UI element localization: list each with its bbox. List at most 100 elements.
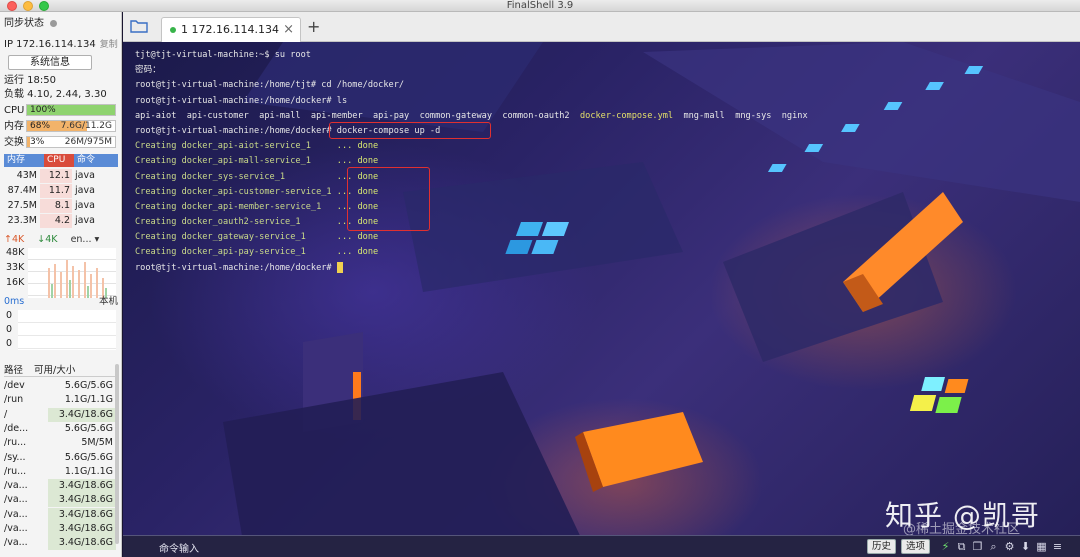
terminal-line-text: root@tjt-virtual-machine:/home/docker# l… <box>135 95 348 106</box>
disk-row[interactable]: /de... 5.6G/5.6G <box>4 422 116 436</box>
disk-path: /va... <box>4 494 28 506</box>
process-cmd: java <box>75 200 95 211</box>
disk-row[interactable]: /va... 3.4G/18.6G <box>4 479 116 494</box>
disk-path: /ru... <box>4 437 27 449</box>
process-cmd: java <box>75 170 95 181</box>
disk-row[interactable]: /ru... 5M/5M <box>4 436 116 450</box>
terminal-line: Creating docker_gateway-service_1 ... do… <box>135 230 808 245</box>
terminal-line: Creating docker_api-pay-service_1 ... do… <box>135 245 808 260</box>
terminal-line: Creating docker_api-member-service_1 ...… <box>135 200 808 215</box>
network-chart-bars <box>48 260 107 298</box>
swap-meter: 3% 26M/975M <box>26 136 116 148</box>
network-chart <box>28 248 116 298</box>
grid-icon[interactable]: ▦ <box>1035 540 1048 553</box>
disk-row[interactable]: / 3.4G/18.6G <box>4 407 116 422</box>
disk-path: /sy... <box>4 451 26 463</box>
window-title: FinalShell 3.9 <box>506 0 574 11</box>
ip-row: IP 172.16.114.134 复制 <box>4 38 118 52</box>
disk-row[interactable]: /ru... 1.1G/1.1G <box>4 465 116 479</box>
terminal-line: Creating docker_api-customer-service_1 .… <box>135 185 808 200</box>
disk-row[interactable]: /va... 3.4G/18.6G <box>4 536 116 551</box>
copy-ip-link[interactable]: 复制 <box>100 40 118 50</box>
folder-icon[interactable] <box>130 19 148 33</box>
disk-path: /va... <box>4 523 28 534</box>
sidebar-scrollbar[interactable] <box>115 364 119 544</box>
terminal[interactable]: tjt@tjt-virtual-machine:~$ su root 密码： roo… <box>123 42 1080 535</box>
latency-chart <box>18 310 116 350</box>
memory-value: 7.6G/11.2G <box>60 121 112 131</box>
process-cmd: java <box>75 185 95 196</box>
process-table-header: 内存 CPU 命令 <box>4 154 118 167</box>
disk-size: 5.6G/5.6G <box>64 451 113 463</box>
disk-size: 3.4G/18.6G <box>48 507 116 522</box>
command-input[interactable]: 命令输入 <box>159 540 199 555</box>
disk-row[interactable]: /va... 3.4G/18.6G <box>4 493 116 508</box>
disk-row[interactable]: /sy... 5.6G/5.6G <box>4 451 116 465</box>
terminal-line-text: root@tjt-virtual-machine:/home/tjt# cd /… <box>135 80 405 91</box>
sync-status-dot-icon <box>50 19 57 27</box>
tab-bar: 1 172.16.114.134 × + <box>123 12 1080 42</box>
disk-path: /ru... <box>4 465 27 477</box>
process-row[interactable]: 87.4M 11.7 java <box>4 184 118 198</box>
disk-row[interactable]: /va... 3.4G/18.6G <box>4 522 116 536</box>
system-info-button[interactable]: 系统信息 <box>8 55 92 70</box>
process-row[interactable]: 27.5M 8.1 java <box>4 199 118 213</box>
process-header-mem[interactable]: 内存 <box>4 154 44 167</box>
terminal-line: 密码： <box>135 63 808 78</box>
sync-status[interactable]: 同步状态 <box>4 17 57 30</box>
terminal-line-text: Creating docker_api-aiot-service_1 <box>135 141 337 152</box>
terminal-line-text: 密码： <box>135 65 161 76</box>
close-tab-icon[interactable]: × <box>283 18 294 42</box>
swap-value: 26M/975M <box>64 137 112 147</box>
process-cpu: 11.7 <box>40 184 72 198</box>
terminal-line: Creating docker_sys-service_1 ... done <box>135 170 808 185</box>
process-row[interactable]: 23.3M 4.2 java <box>4 214 118 228</box>
options-button[interactable]: 选项 <box>901 539 931 554</box>
load-average: 负载 4.10, 2.44, 3.30 <box>4 89 107 100</box>
disk-row[interactable]: /va... 3.4G/18.6G <box>4 507 116 522</box>
arrow-down-icon[interactable]: ⬇ <box>1019 540 1032 553</box>
chevron-down-icon: ▾ <box>94 234 100 245</box>
history-button[interactable]: 历史 <box>867 539 897 554</box>
terminal-line: tjt@tjt-virtual-machine:~$ su root <box>135 48 808 63</box>
network-scale-2: 33K <box>6 262 25 273</box>
tab-label: 1 172.16.114.134 <box>181 23 279 36</box>
search-icon[interactable]: ⌕ <box>987 540 1000 553</box>
disk-row[interactable]: /run 1.1G/1.1G <box>4 393 116 407</box>
highlight-done-rows <box>347 167 430 231</box>
gear-icon[interactable]: ⚙ <box>1003 540 1016 553</box>
latency-target[interactable]: 本机 <box>99 296 118 308</box>
network-interface-select[interactable]: en... ▾ <box>71 234 100 245</box>
lightning-icon[interactable]: ⚡ <box>939 540 952 553</box>
disk-path: /va... <box>4 480 28 492</box>
latency-value: 0ms <box>4 296 25 307</box>
terminal-line-text: Creating docker_oauth2-service_1 <box>135 217 337 228</box>
process-row[interactable]: 43M 12.1 java <box>4 169 118 183</box>
process-header-cmd[interactable]: 命令 <box>74 154 118 167</box>
disk-size: 1.1G/1.1G <box>64 465 113 477</box>
add-tab-icon[interactable]: + <box>307 17 320 37</box>
menu-icon[interactable]: ≡ <box>1051 540 1064 553</box>
process-mem: 87.4M <box>7 185 37 196</box>
tab-session-1[interactable]: 1 172.16.114.134 × <box>161 17 301 42</box>
process-mem: 27.5M <box>7 200 37 211</box>
disk-header-path[interactable]: 路径 <box>4 364 34 376</box>
disk-path: /de... <box>4 422 29 434</box>
disk-path: / <box>4 408 8 420</box>
process-header-cpu[interactable]: CPU <box>44 154 74 167</box>
terminal-output: tjt@tjt-virtual-machine:~$ su root 密码： roo… <box>135 48 808 276</box>
connection-status-icon <box>170 27 176 33</box>
terminal-line-tail: mng-mall mng-sys nginx <box>673 110 808 121</box>
copy-icon[interactable]: ⧉ <box>955 540 968 553</box>
disk-header-size[interactable]: 可用/大小 <box>34 364 75 376</box>
latency-scale-1: 0 <box>6 310 13 321</box>
disk-row[interactable]: /dev 5.6G/5.6G <box>4 379 116 393</box>
terminal-line-text: tjt@tjt-virtual-machine:~$ su root <box>135 50 311 60</box>
terminal-line-status: docker-compose.yml <box>579 110 674 121</box>
terminal-line: Creating docker_api-mall-service_1 ... d… <box>135 154 808 169</box>
terminal-line-text: root@tjt-virtual-machine:/home/docker# <box>135 262 337 273</box>
disk-size: 5.6G/5.6G <box>64 380 113 391</box>
paste-icon[interactable]: ❐ <box>971 540 984 553</box>
disk-size: 3.4G/18.6G <box>48 479 116 494</box>
latency-scale-3: 0 <box>6 338 13 349</box>
